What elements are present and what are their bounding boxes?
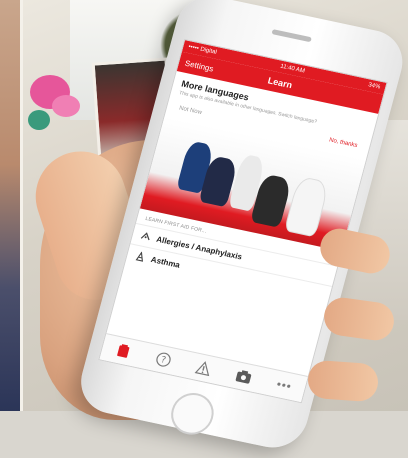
- emergency-tab-icon: [194, 361, 210, 377]
- tab-emergency[interactable]: [190, 355, 217, 381]
- help-tab-icon: ?: [156, 352, 171, 367]
- content: More languages This app is also availabl…: [125, 71, 378, 307]
- left-photo-edge: [0, 0, 20, 411]
- flower-light-pink: [52, 95, 80, 117]
- learn-tab-icon: [116, 344, 129, 358]
- finger-ring: [306, 359, 380, 403]
- flower-green: [28, 110, 50, 130]
- asthma-icon: [135, 251, 143, 262]
- tab-help[interactable]: ?: [150, 347, 177, 373]
- person-5: [283, 175, 330, 238]
- svg-text:?: ?: [159, 355, 166, 366]
- tab-more[interactable]: [271, 372, 298, 398]
- tab-camera[interactable]: [230, 364, 257, 390]
- camera-tab-icon: [235, 370, 252, 384]
- not-now-button[interactable]: Not Now: [178, 105, 202, 116]
- status-battery: 34%: [367, 82, 381, 91]
- tab-bar: ?: [99, 333, 308, 403]
- no-thanks-button[interactable]: No, thanks: [328, 137, 358, 149]
- home-button[interactable]: [166, 389, 219, 439]
- tab-learn[interactable]: [109, 338, 136, 364]
- phone-speaker: [271, 29, 312, 43]
- list-item-label: Asthma: [150, 254, 182, 270]
- more-tab-icon: [277, 382, 291, 388]
- allergy-icon: [140, 232, 150, 241]
